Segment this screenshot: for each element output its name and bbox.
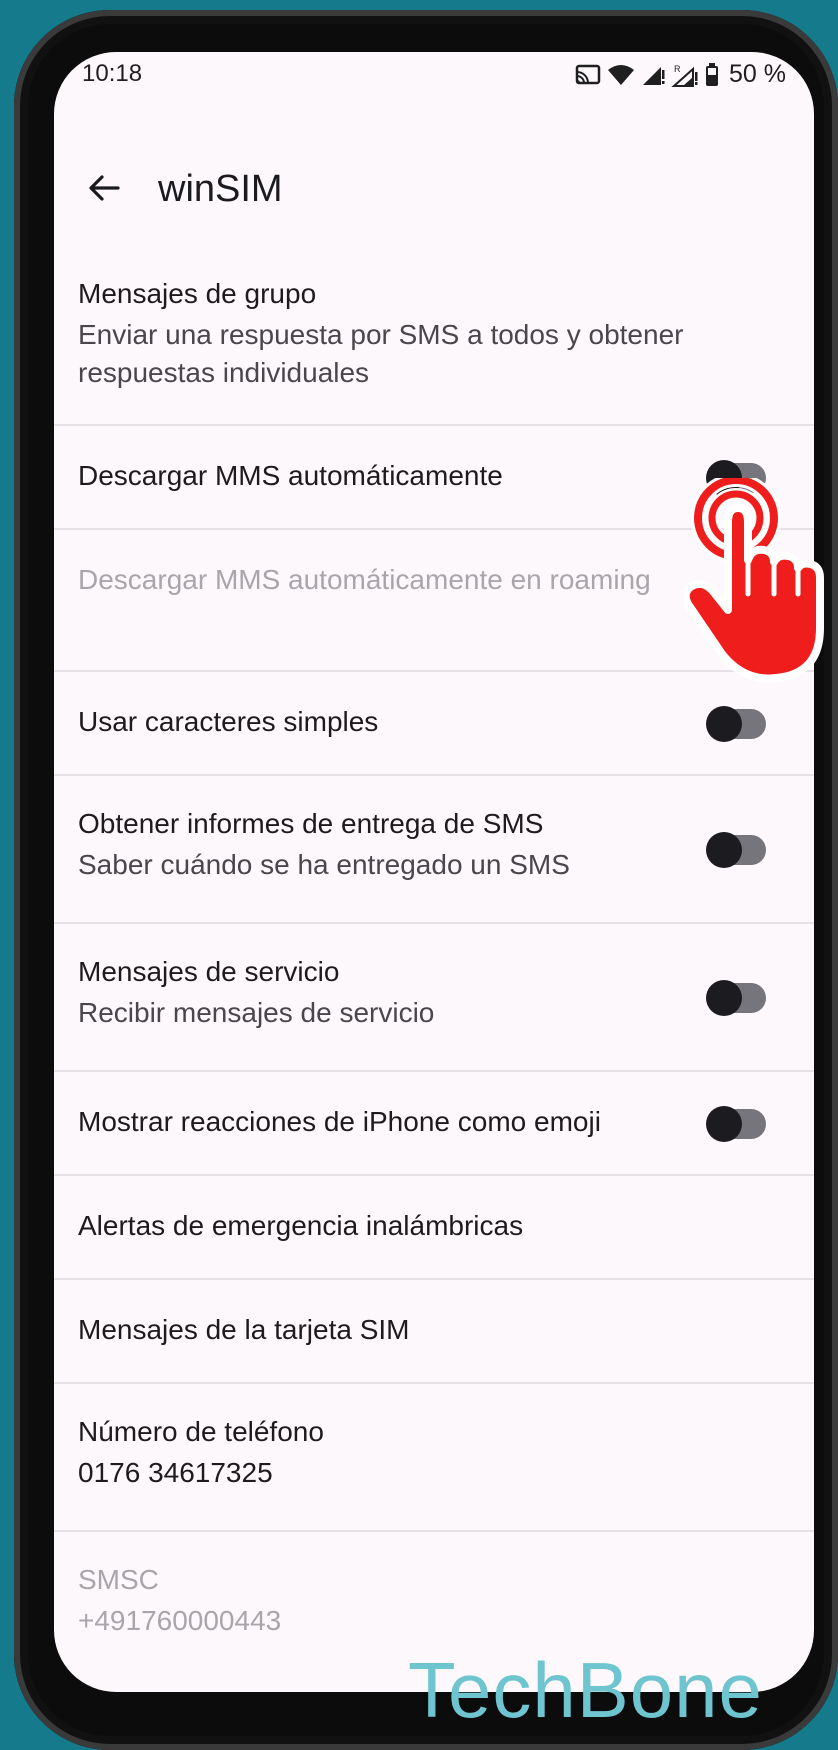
tap-pointer-hand-icon (684, 478, 824, 683)
setting-title: Mostrar reacciones de iPhone como emoji (78, 1106, 601, 1137)
setting-delivery-reports[interactable]: Obtener informes de entrega de SMS Saber… (54, 776, 814, 924)
signal-icon (643, 66, 665, 85)
arrow-left-icon (89, 175, 120, 201)
iphone-reactions-toggle[interactable] (706, 1106, 766, 1142)
toggle-thumb (706, 832, 742, 868)
setting-subtitle: Recibir mensajes de servicio (78, 997, 435, 1028)
back-button[interactable] (80, 164, 128, 212)
techbone-watermark: TechBone (408, 1646, 763, 1734)
toggle-thumb (706, 1106, 742, 1142)
status-icons: R 50 % (575, 60, 786, 89)
battery-percentage: 50 % (729, 60, 786, 88)
setting-title: Descargar MMS automáticamente (78, 460, 503, 491)
setting-phone-number[interactable]: Número de teléfono 0176 34617325 (54, 1384, 814, 1532)
setting-simple-characters[interactable]: Usar caracteres simples (54, 672, 814, 776)
toggle-thumb (706, 706, 742, 742)
setting-title: Usar caracteres simples (78, 706, 379, 737)
setting-group-messages[interactable]: Mensajes de grupo Enviar una respuesta p… (54, 252, 814, 426)
setting-service-messages[interactable]: Mensajes de servicio Recibir mensajes de… (54, 924, 814, 1072)
delivery-reports-toggle[interactable] (706, 832, 766, 868)
setting-title: SMSC (78, 1564, 159, 1595)
toggle-thumb (706, 980, 742, 1016)
status-bar: 10:18 R 50 % (54, 52, 814, 108)
wifi-icon (608, 64, 635, 85)
setting-title: Obtener informes de entrega de SMS (78, 808, 544, 839)
setting-title: Mensajes de grupo (78, 278, 317, 309)
setting-sim-messages[interactable]: Mensajes de la tarjeta SIM (54, 1280, 814, 1384)
setting-title: Descargar MMS automáticamente en roaming (78, 564, 651, 595)
svg-text:R: R (674, 64, 681, 74)
setting-iphone-reactions[interactable]: Mostrar reacciones de iPhone como emoji (54, 1072, 814, 1176)
smsc-value: +491760000443 (78, 1605, 282, 1636)
settings-list: Mensajes de grupo Enviar una respuesta p… (54, 252, 814, 1680)
setting-subtitle: Saber cuándo se ha entregado un SMS (78, 849, 570, 880)
phone-number-value: 0176 34617325 (78, 1457, 273, 1488)
page-title: winSIM (158, 168, 283, 210)
status-time: 10:18 (82, 60, 143, 87)
setting-title: Alertas de emergencia inalámbricas (78, 1210, 524, 1241)
setting-emergency-alerts[interactable]: Alertas de emergencia inalámbricas (54, 1176, 814, 1280)
app-bar: winSIM (54, 152, 814, 232)
signal-roaming-icon: R (671, 64, 698, 87)
setting-title: Mensajes de la tarjeta SIM (78, 1314, 410, 1345)
setting-title: Número de teléfono (78, 1416, 324, 1447)
phone-screen: 10:18 R 50 % winSIM Mensajes de grupo En… (54, 52, 814, 1692)
simple-characters-toggle[interactable] (706, 706, 766, 742)
service-messages-toggle[interactable] (706, 980, 766, 1016)
setting-title: Mensajes de servicio (78, 956, 340, 987)
setting-subtitle: Enviar una respuesta por SMS a todos y o… (78, 319, 684, 388)
cast-icon (575, 64, 601, 84)
battery-icon (706, 62, 719, 86)
